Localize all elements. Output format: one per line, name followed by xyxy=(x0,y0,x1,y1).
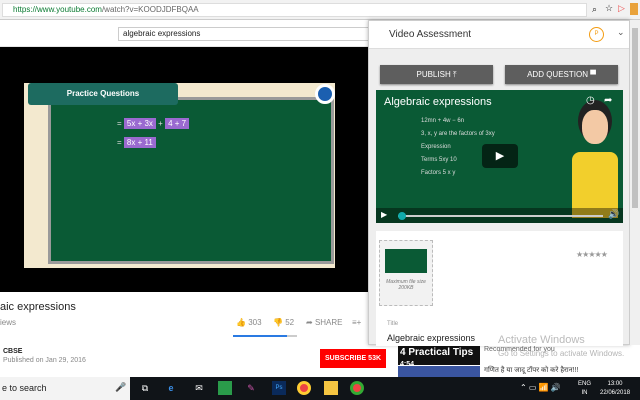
dislike-count: 52 xyxy=(285,318,295,327)
app-icon[interactable] xyxy=(218,381,232,395)
task-view-icon[interactable]: ⧉ xyxy=(138,381,152,395)
video-title: aic expressions xyxy=(0,301,76,313)
address-bar[interactable]: https://www.youtube.com/watch?v=KOODJDFB… xyxy=(2,3,587,17)
lang: ENG xyxy=(578,381,592,387)
publish-label: PUBLISH xyxy=(416,70,451,79)
panel-title: Video Assessment xyxy=(389,29,472,40)
subscriber-count: 53K xyxy=(368,355,382,362)
thumbs-up-icon: 👍 xyxy=(236,318,246,327)
activate-windows-watermark: Activate Windows xyxy=(498,334,585,346)
mail-icon[interactable]: ✉ xyxy=(192,381,206,395)
zoom-icon[interactable]: ⌕ xyxy=(592,4,597,15)
board-line: Factors 5 x y xyxy=(421,170,456,176)
play-icon[interactable]: ▶ xyxy=(381,210,387,219)
recommended-thumbnail[interactable]: 4 Practical Tips 4:54 xyxy=(398,343,480,368)
question-card: Maximum file size 200KB ★★★★★ Title Alge… xyxy=(376,231,623,346)
channel-name[interactable]: CBSE xyxy=(3,348,22,355)
recommended-thumbnail[interactable] xyxy=(398,366,480,377)
microphone-icon[interactable]: 🎤 xyxy=(115,382,126,393)
video-preview[interactable]: Algebraic expressions 12mn + 4w − 6n 3, … xyxy=(376,90,623,223)
extension-icon[interactable]: ▷ xyxy=(618,3,625,14)
dislike-button[interactable]: 👎 52 xyxy=(273,318,294,327)
like-count: 303 xyxy=(248,318,262,327)
upload-note: Maximum file size 200KB xyxy=(386,279,426,291)
volume-icon[interactable]: 🔊 xyxy=(608,209,619,220)
search-input[interactable]: algebraic expressions xyxy=(118,27,370,41)
add-question-button[interactable]: ADD QUESTION ▀ xyxy=(505,65,618,84)
seek-handle[interactable] xyxy=(398,212,406,220)
upload-icon: ⤒ xyxy=(452,70,457,79)
board-line: 3, x, y are the factors of 3xy xyxy=(421,131,495,137)
star-icon[interactable]: ☆ xyxy=(605,3,613,14)
thumbnail-upload[interactable]: Maximum file size 200KB xyxy=(379,240,433,306)
eq-term: 5x + 3x xyxy=(123,118,156,129)
url-path: /watch?v=KOODJDFBQAA xyxy=(101,5,199,14)
teacher-character xyxy=(566,100,621,218)
share-icon[interactable]: ➦ xyxy=(604,95,612,106)
title-label: Title xyxy=(387,321,399,327)
publish-date: Published on Jan 29, 2016 xyxy=(3,357,86,364)
subscribe-button[interactable]: SUBSCRIBE 53K xyxy=(320,349,386,368)
thumb-text: 4 Practical Tips xyxy=(400,347,474,358)
like-button[interactable]: 👍 303 xyxy=(236,318,262,327)
browser-toolbar: https://www.youtube.com/watch?v=KOODJDFB… xyxy=(0,0,640,20)
scrollbar-thumb[interactable] xyxy=(632,28,638,208)
region: IN xyxy=(581,390,588,396)
url-host: https://www.youtube.com xyxy=(13,5,102,14)
eq-sign: = xyxy=(117,119,122,128)
system-tray[interactable]: ⌃ ▭ 📶 🔊 xyxy=(520,383,561,392)
board-line: 12mn + 4w − 6n xyxy=(421,118,465,124)
subscribe-label: SUBSCRIBE xyxy=(324,355,367,362)
add-question-label: ADD QUESTION xyxy=(527,70,588,79)
language-indicator[interactable]: ENG IN xyxy=(578,380,591,398)
publish-button[interactable]: PUBLISH ⤒ xyxy=(380,65,493,84)
share-icon: ➦ xyxy=(306,318,313,327)
edge-icon[interactable]: e xyxy=(164,381,178,395)
player-controls: ▶ 🔊 xyxy=(376,208,623,223)
like-ratio-bar xyxy=(233,335,297,337)
panel-header: Video Assessment P ⌄ xyxy=(369,21,629,49)
seek-bar[interactable] xyxy=(398,215,603,217)
thumbs-down-icon: 👎 xyxy=(273,318,283,327)
taskbar-search[interactable]: e to search xyxy=(0,377,130,400)
play-button[interactable]: ▶ xyxy=(482,144,518,168)
chrome-icon[interactable] xyxy=(350,381,364,395)
chrome-icon[interactable] xyxy=(297,381,311,395)
like-ratio-fill xyxy=(233,335,288,337)
view-count: iews xyxy=(0,318,17,327)
thumbnail-image xyxy=(385,249,427,273)
recommended-title[interactable]: गणित है या जादू टॉपर को करे हैरान!!! xyxy=(484,366,578,375)
photoshop-icon[interactable]: Ps xyxy=(272,381,286,395)
board-tab-title: Practice Questions xyxy=(28,83,178,105)
time: 13:00 xyxy=(607,381,623,387)
add-to-playlist-icon[interactable]: ≡+ xyxy=(352,318,361,327)
title-field[interactable]: Algebraic expressions xyxy=(387,333,475,343)
activate-windows-subtext: Go to Settings to activate Windows. xyxy=(498,349,625,358)
clock-icon[interactable]: ◷ xyxy=(586,95,595,106)
eq-sign: = xyxy=(117,138,122,147)
share-label: SHARE xyxy=(314,318,343,327)
comment-icon: ▀ xyxy=(590,70,596,79)
date: 22/06/2018 xyxy=(600,390,631,396)
eq-term: 4 + 7 xyxy=(165,118,190,129)
share-button[interactable]: ➦ SHARE xyxy=(306,318,343,327)
star-rating[interactable]: ★★★★★ xyxy=(576,250,608,259)
video-assessment-panel: Video Assessment P ⌄ PUBLISH ⤒ ADD QUEST… xyxy=(368,20,630,346)
chalkboard: = 5x + 3x + 4 + 7 = 8x + 11 xyxy=(48,97,334,264)
eq-term: 8x + 11 xyxy=(123,137,156,148)
preview-title: Algebraic expressions xyxy=(384,96,492,108)
paint-icon[interactable]: ✎ xyxy=(244,381,258,395)
eq-plus: + xyxy=(158,119,163,128)
chevron-down-icon[interactable]: ⌄ xyxy=(617,27,625,38)
file-explorer-icon[interactable] xyxy=(324,381,338,395)
logo-icon xyxy=(315,84,335,104)
extension-icon[interactable] xyxy=(630,3,638,15)
panel-scrollbar[interactable] xyxy=(630,20,640,345)
clock[interactable]: 13:00 22/06/2018 xyxy=(600,380,630,398)
avatar[interactable]: P xyxy=(589,27,604,42)
